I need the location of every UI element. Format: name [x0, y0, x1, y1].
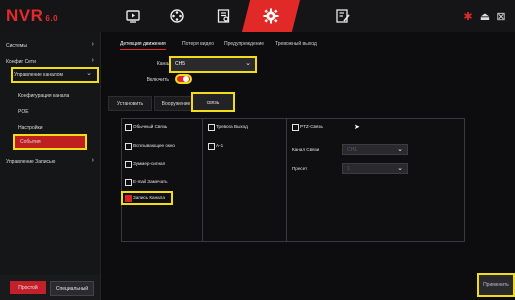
- alarm-icon[interactable]: ✱: [462, 10, 474, 23]
- sidebar-item-events[interactable]: События: [13, 134, 87, 150]
- top-bar: NVR 6.0 ✱ ⏏ ⊠: [0, 0, 515, 33]
- simple-mode-button[interactable]: Простой: [10, 281, 46, 294]
- enable-toggle[interactable]: [175, 74, 192, 84]
- sidebar-item-label: Управление каналом: [14, 72, 63, 78]
- email-label: E-mail Замечать: [133, 179, 168, 184]
- tab-alarm-output[interactable]: Тревожный выход: [275, 41, 317, 47]
- alarm-output-label: Тревога Выход: [216, 124, 248, 129]
- sidebar-item-channel-config[interactable]: Конфигурация канала: [0, 88, 100, 104]
- popup-window-label: Всплывающее окно: [133, 143, 175, 148]
- advanced-mode-button[interactable]: Специальный: [50, 281, 94, 296]
- chevron-right-icon: ›: [91, 157, 94, 164]
- subtab-setup[interactable]: Установить: [108, 96, 152, 111]
- advanced-mode-label: Специальный: [55, 286, 89, 292]
- sidebar-item-label: POE: [18, 109, 29, 115]
- sidebar-item-label: Конфигурация канала: [18, 93, 70, 99]
- apply-button[interactable]: Применить: [477, 273, 515, 297]
- chevron-down-icon: ⌄: [245, 60, 251, 67]
- mode-switch: Простой Специальный: [0, 275, 100, 300]
- edit-icon[interactable]: [334, 7, 352, 25]
- link-channel-label: Канал Связи: [292, 147, 320, 152]
- linkage-panel: Обычный Связь Всплывающее окно Зуммер-си…: [121, 118, 465, 242]
- alarm-output-checkbox[interactable]: [208, 124, 215, 131]
- sidebar-item-label: Управление Записью: [6, 159, 56, 165]
- output-a1-checkbox[interactable]: [208, 143, 215, 150]
- record-channel-label: Запись Канала: [133, 195, 165, 200]
- record-channel-checkbox[interactable]: [125, 195, 132, 202]
- preset-select[interactable]: 1 ⌄: [342, 163, 408, 174]
- logo-text: NVR: [6, 6, 44, 25]
- simple-mode-label: Простой: [18, 285, 38, 291]
- ptz-link-label: PTZ-Связь: [300, 124, 323, 129]
- tab-label: Потеря видео: [182, 41, 215, 47]
- monitor-icon[interactable]: [124, 7, 142, 25]
- apply-label: Применить: [483, 282, 509, 288]
- ptz-link-checkbox[interactable]: [292, 124, 299, 131]
- chevron-right-icon: ›: [91, 57, 94, 64]
- channel-value: CH5: [175, 61, 186, 67]
- settings-tab[interactable]: [242, 0, 300, 32]
- playback-icon[interactable]: [168, 7, 186, 25]
- sidebar-item-poe[interactable]: POE: [0, 104, 100, 120]
- chevron-right-icon: ›: [91, 41, 94, 48]
- sidebar-item-system[interactable]: Системы ›: [0, 38, 100, 54]
- tab-motion-detection[interactable]: Детекция движения: [120, 41, 166, 50]
- chevron-down-icon: ⌄: [86, 70, 92, 77]
- subtab-linkage[interactable]: связь: [191, 92, 235, 112]
- buzzer-checkbox[interactable]: [125, 161, 132, 168]
- mouse-cursor-icon: ➤: [354, 124, 360, 131]
- tab-label: Детекция движения: [120, 41, 166, 47]
- link-channel-select[interactable]: CH1 ⌄: [342, 144, 408, 155]
- normal-link-checkbox[interactable]: [125, 124, 132, 131]
- buzzer-label: Зуммер-сигнал: [133, 161, 166, 166]
- record-channel-option[interactable]: Запись Канала: [121, 191, 173, 205]
- channel-select[interactable]: CH5 ⌄: [169, 56, 257, 73]
- sidebar-item-label: Конфиг Сети: [6, 59, 36, 65]
- email-checkbox[interactable]: [125, 179, 132, 186]
- popup-window-checkbox[interactable]: [125, 143, 132, 150]
- user-icon[interactable]: ⏏: [479, 10, 491, 23]
- channel-label: Канал: [156, 61, 171, 67]
- logo-version: 6.0: [45, 14, 59, 23]
- chevron-down-icon: ⌄: [397, 146, 403, 153]
- subtab-label: связь: [206, 100, 220, 106]
- sidebar-item-channel-management[interactable]: Управление каналом ⌄: [11, 67, 99, 83]
- chevron-down-icon: ⌄: [397, 165, 403, 172]
- normal-link-label: Обычный Связь: [133, 124, 168, 129]
- search-records-icon[interactable]: [215, 7, 233, 25]
- tab-label: Тревожный выход: [275, 41, 317, 47]
- tab-video-loss[interactable]: Потеря видео: [182, 41, 214, 47]
- sidebar-item-label: Системы: [6, 43, 27, 49]
- output-a1-label: A-1: [216, 143, 224, 148]
- link-channel-value: CH1: [347, 147, 358, 153]
- main-panel: Детекция движения Потеря видео Предупреж…: [101, 32, 515, 300]
- exit-icon[interactable]: ⊠: [495, 10, 507, 23]
- sidebar-item-record-management[interactable]: Управление Записью ›: [0, 154, 100, 170]
- column-divider: [202, 119, 203, 241]
- gear-icon: [242, 0, 300, 32]
- preset-label: Пресет: [292, 166, 308, 171]
- sidebar-item-label: События: [20, 139, 41, 145]
- sidebar-item-settings[interactable]: Настройки: [0, 120, 100, 136]
- enable-label: Включить: [146, 77, 169, 83]
- subtab-label: Установить: [116, 101, 144, 107]
- preset-value: 1: [347, 166, 350, 172]
- sidebar-item-label: Настройки: [18, 125, 43, 131]
- tab-label: Предупреждение: [224, 41, 265, 47]
- sidebar: Системы › Конфиг Сети › Управление канал…: [0, 32, 101, 300]
- logo: NVR 6.0: [6, 6, 58, 26]
- subtab-label: Вооружение: [161, 101, 191, 107]
- tab-warning[interactable]: Предупреждение: [224, 41, 264, 47]
- column-divider: [286, 119, 287, 241]
